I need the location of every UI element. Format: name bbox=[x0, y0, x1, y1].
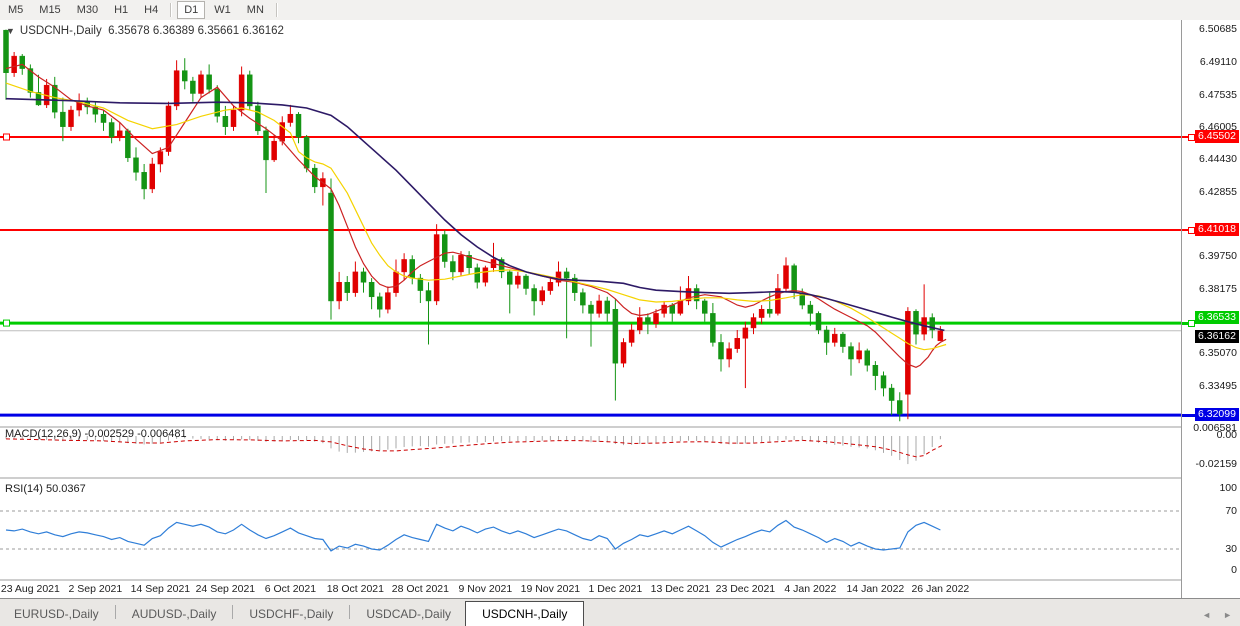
price-tick: 6.47535 bbox=[1199, 89, 1237, 101]
level-price-label: 6.36533 bbox=[1195, 311, 1239, 324]
timeframe-button-h4[interactable]: H4 bbox=[137, 1, 165, 19]
timeframe-button-mn[interactable]: MN bbox=[240, 1, 271, 19]
date-label: 9 Nov 2021 bbox=[459, 583, 513, 595]
date-label: 14 Sep 2021 bbox=[131, 583, 191, 595]
level-handle[interactable] bbox=[4, 320, 10, 326]
date-label: 14 Jan 2022 bbox=[846, 583, 904, 595]
chart-symbol: USDCNH-,Daily bbox=[20, 25, 102, 37]
date-label: 2 Sep 2021 bbox=[69, 583, 123, 595]
rsi-level-label: 70 bbox=[1225, 505, 1237, 517]
date-label: 4 Jan 2022 bbox=[784, 583, 836, 595]
rsi-line bbox=[6, 521, 940, 551]
symbol-tab-bar: EURUSD-,DailyAUDUSD-,DailyUSDCHF-,DailyU… bbox=[0, 598, 1240, 626]
level-price-label: 6.45502 bbox=[1195, 130, 1239, 143]
date-label: 18 Oct 2021 bbox=[327, 583, 384, 595]
price-tick: 6.33495 bbox=[1199, 380, 1237, 392]
chart-ohlc: 6.35678 6.36389 6.35661 6.36162 bbox=[108, 25, 284, 37]
level-price-label: 6.41018 bbox=[1195, 223, 1239, 236]
level-stub bbox=[1182, 414, 1195, 417]
tab-usdcnh[interactable]: USDCNH-,Daily bbox=[465, 601, 584, 626]
macd-histogram bbox=[6, 436, 940, 464]
candles-layer bbox=[4, 30, 943, 422]
date-label: 6 Oct 2021 bbox=[265, 583, 316, 595]
toolbar-separator bbox=[276, 3, 278, 17]
date-axis: 23 Aug 2021 2 Sep 2021 14 Sep 2021 24 Sep 2… bbox=[0, 580, 1181, 598]
rsi-level-label: 100 bbox=[1219, 482, 1237, 494]
chart-region: ▼ USDCNH-,Daily 6.35678 6.36389 6.35661 6… bbox=[0, 20, 1240, 598]
tab-separator bbox=[115, 605, 116, 619]
date-label: 1 Dec 2021 bbox=[589, 583, 643, 595]
rsi-level-label: 30 bbox=[1225, 543, 1237, 555]
level-square bbox=[1188, 320, 1195, 327]
macd-signal-line bbox=[6, 439, 944, 457]
date-label: 23 Dec 2021 bbox=[716, 583, 776, 595]
level-lines[interactable] bbox=[0, 134, 1181, 415]
tab-usdchf[interactable]: USDCHF-,Daily bbox=[235, 603, 347, 626]
timeframe-toolbar: M5M15M30H1H4 D1W1MN bbox=[0, 0, 1240, 21]
date-label: 28 Oct 2021 bbox=[392, 583, 449, 595]
macd-min-label: -0.02159 bbox=[1196, 458, 1237, 470]
date-label: 23 Aug 2021 bbox=[1, 583, 60, 595]
timeframe-button-d1[interactable]: D1 bbox=[177, 1, 205, 19]
price-tick: 6.39750 bbox=[1199, 250, 1237, 262]
timeframe-button-w1[interactable]: W1 bbox=[207, 1, 238, 19]
timeframe-button-m5[interactable]: M5 bbox=[1, 1, 30, 19]
tab-separator bbox=[232, 605, 233, 619]
tab-scroll-right-icon[interactable]: ► bbox=[1223, 610, 1232, 620]
rsi-levels bbox=[0, 511, 1180, 549]
level-square bbox=[1188, 227, 1195, 234]
panel-separators bbox=[0, 427, 1181, 580]
tab-audusd[interactable]: AUDUSD-,Daily bbox=[118, 603, 231, 626]
level-square bbox=[1188, 134, 1195, 141]
macd-zero-label: 0.00 bbox=[1217, 429, 1237, 441]
price-axis: 6.506856.491106.475356.460056.444306.428… bbox=[1182, 20, 1240, 598]
date-label: 24 Sep 2021 bbox=[196, 583, 256, 595]
rsi-level-label: 0 bbox=[1231, 564, 1237, 576]
price-tick: 6.50685 bbox=[1199, 23, 1237, 35]
tab-eurusd[interactable]: EURUSD-,Daily bbox=[0, 603, 113, 626]
date-label: 19 Nov 2021 bbox=[521, 583, 581, 595]
macd-label: MACD(12,26,9) -0.002529 -0.006481 bbox=[5, 428, 187, 440]
timeframe-button-h1[interactable]: H1 bbox=[107, 1, 135, 19]
rsi-layer bbox=[6, 521, 940, 551]
date-label: 26 Jan 2022 bbox=[911, 583, 969, 595]
mt4-window: M5M15M30H1H4 D1W1MN ▼ USDCNH-,Daily 6.3567… bbox=[0, 0, 1240, 626]
toolbar-separator bbox=[170, 3, 172, 17]
current-price-label: 6.36162 bbox=[1195, 330, 1239, 343]
chevron-down-icon[interactable]: ▼ bbox=[6, 26, 15, 36]
level-handle[interactable] bbox=[4, 134, 10, 140]
date-label: 13 Dec 2021 bbox=[651, 583, 711, 595]
price-tick: 6.38175 bbox=[1199, 283, 1237, 295]
rsi-label: RSI(14) 50.0367 bbox=[5, 483, 86, 495]
tab-usdcad[interactable]: USDCAD-,Daily bbox=[352, 603, 465, 626]
ma-yellow bbox=[6, 83, 946, 350]
tab-scroll-left-icon[interactable]: ◄ bbox=[1202, 610, 1211, 620]
chart-plot-area[interactable]: ▼ USDCNH-,Daily 6.35678 6.36389 6.35661 6… bbox=[0, 20, 1182, 598]
chart-title: ▼ USDCNH-,Daily 6.35678 6.36389 6.35661 6… bbox=[6, 25, 284, 37]
timeframe-button-m30[interactable]: M30 bbox=[70, 1, 105, 19]
tab-separator bbox=[349, 605, 350, 619]
price-tick: 6.49110 bbox=[1200, 56, 1237, 68]
price-tick: 6.44430 bbox=[1199, 153, 1237, 165]
price-tick: 6.42855 bbox=[1199, 186, 1237, 198]
macd-signal bbox=[6, 439, 944, 457]
price-tick: 6.35070 bbox=[1199, 347, 1237, 359]
level-price-label: 6.32099 bbox=[1195, 408, 1239, 421]
timeframe-button-m15[interactable]: M15 bbox=[32, 1, 67, 19]
